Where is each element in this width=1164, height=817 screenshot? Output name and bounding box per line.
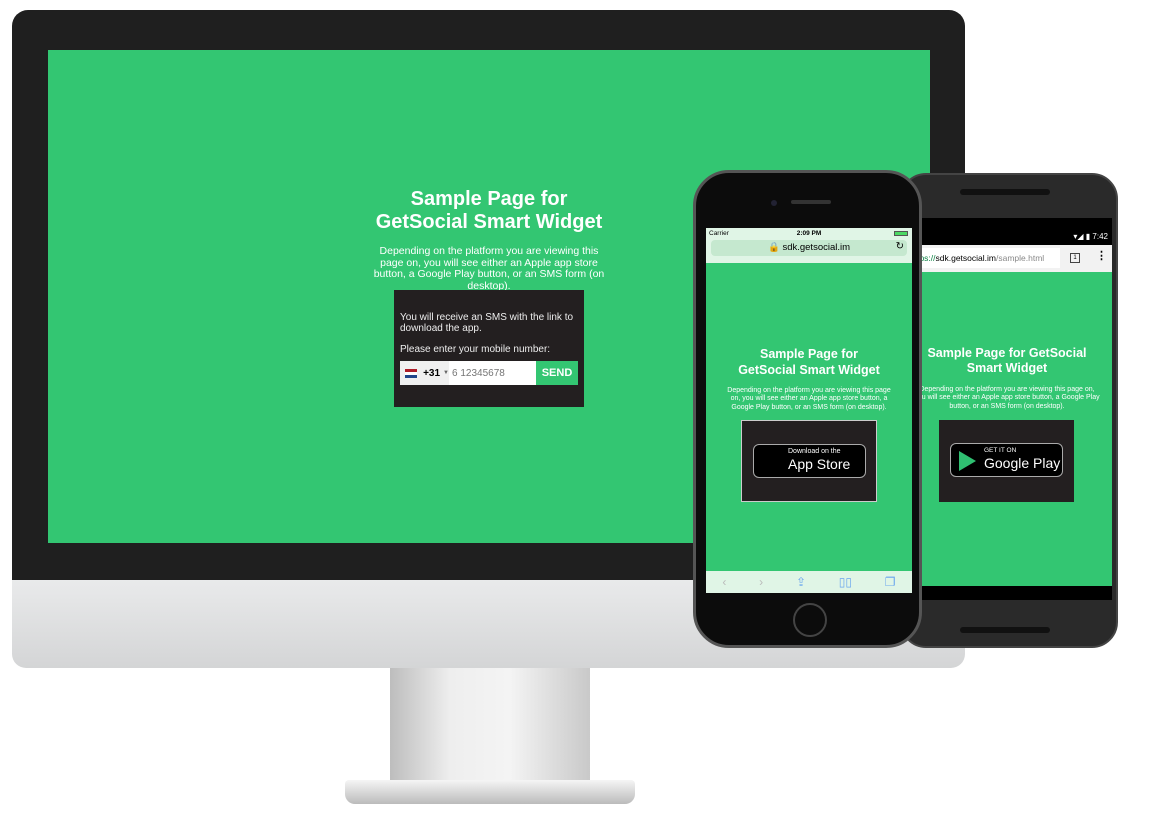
status-time: 2:09 PM	[796, 230, 822, 237]
page-title: Sample Page for GetSocial Smart Widget	[920, 346, 1102, 376]
sms-info: You will receive an SMS with the link to…	[400, 312, 574, 334]
page-description: Depending on the platform you are viewin…	[373, 245, 605, 292]
android-page: Sample Page for GetSocial Smart Widget D…	[920, 272, 1112, 586]
android-toolbar: https://sdk.getsocial.im/sample.html 1 ⋮	[920, 245, 1112, 272]
iphone-page: Sample Page for GetSocial Smart Widget D…	[706, 263, 912, 571]
safari-toolbar: ‹ › ⇪ ▯▯ ❐	[706, 571, 912, 593]
android-url-bar[interactable]: https://sdk.getsocial.im/sample.html	[920, 248, 1060, 268]
netherlands-flag-icon	[405, 368, 418, 378]
home-button[interactable]	[793, 603, 827, 637]
android-speaker	[960, 189, 1050, 195]
app-store-button[interactable]: Download on the App Store	[753, 444, 866, 478]
bookmarks-icon[interactable]: ▯▯	[839, 575, 852, 589]
sms-widget: You will receive an SMS with the link to…	[394, 290, 584, 407]
phone-input[interactable]	[449, 361, 536, 385]
safari-header: Carrier 2:09 PM 🔒 sdk.getsocial.im ↻	[706, 228, 912, 263]
android-screen: ▾◢ ▮ 7:42 https://sdk.getsocial.im/sampl…	[920, 218, 1112, 600]
url-path: /sample.html	[995, 253, 1045, 263]
battery-icon	[894, 231, 908, 236]
iphone-screen: Carrier 2:09 PM 🔒 sdk.getsocial.im ↻ Sam…	[706, 228, 912, 593]
forward-icon[interactable]: ›	[759, 575, 763, 589]
menu-dots-icon[interactable]: ⋮	[1096, 249, 1107, 262]
title-line-2: Smart Widget	[966, 361, 1048, 375]
country-code: +31	[423, 367, 441, 379]
google-play-icon	[959, 451, 976, 471]
android-phone: ▾◢ ▮ 7:42 https://sdk.getsocial.im/sampl…	[900, 173, 1118, 648]
title-line-1: Sample Page for GetSocial	[927, 346, 1087, 360]
title-line-2: GetSocial Smart Widget	[738, 363, 880, 377]
page-title: Sample Page for GetSocial Smart Widget	[706, 346, 912, 378]
iphone-speaker	[791, 200, 831, 204]
safari-url-bar[interactable]: 🔒 sdk.getsocial.im	[711, 240, 907, 256]
reload-icon[interactable]: ↻	[896, 241, 904, 252]
google-play-widget: GET IT ON Google Play	[939, 420, 1074, 502]
badge-big-text: App Store	[788, 456, 851, 472]
share-icon[interactable]: ⇪	[796, 575, 806, 589]
url-host: sdk.getsocial.im	[935, 253, 996, 263]
monitor-stand	[390, 668, 590, 793]
page-description: Depending on the platform you are viewin…	[920, 386, 1100, 410]
iphone: Carrier 2:09 PM 🔒 sdk.getsocial.im ↻ Sam…	[693, 170, 922, 648]
badge-small-text: Download on the	[788, 448, 841, 455]
android-status-bar: ▾◢ ▮ 7:42	[1073, 232, 1108, 241]
google-play-button[interactable]: GET IT ON Google Play	[950, 443, 1063, 477]
url-scheme: https://	[920, 253, 936, 263]
monitor-base	[345, 780, 635, 804]
back-icon[interactable]: ‹	[722, 575, 726, 589]
badge-big-text: Google Play	[984, 455, 1061, 471]
page-description: Depending on the platform you are viewin…	[727, 387, 891, 411]
url-text: sdk.getsocial.im	[782, 242, 851, 253]
badge-small-text: GET IT ON	[984, 447, 1017, 454]
android-speaker-bottom	[960, 627, 1050, 633]
iphone-camera	[771, 200, 777, 206]
android-time: 7:42	[1092, 232, 1108, 241]
app-store-widget: Download on the App Store	[741, 420, 877, 502]
phone-prompt: Please enter your mobile number:	[400, 344, 551, 355]
send-button[interactable]: SEND	[536, 361, 578, 385]
country-selector[interactable]: +31 ▼	[400, 361, 449, 385]
title-line-1: Sample Page for	[760, 347, 858, 361]
tabs-count-button[interactable]: 1	[1070, 253, 1080, 263]
tabs-icon[interactable]: ❐	[885, 575, 896, 589]
